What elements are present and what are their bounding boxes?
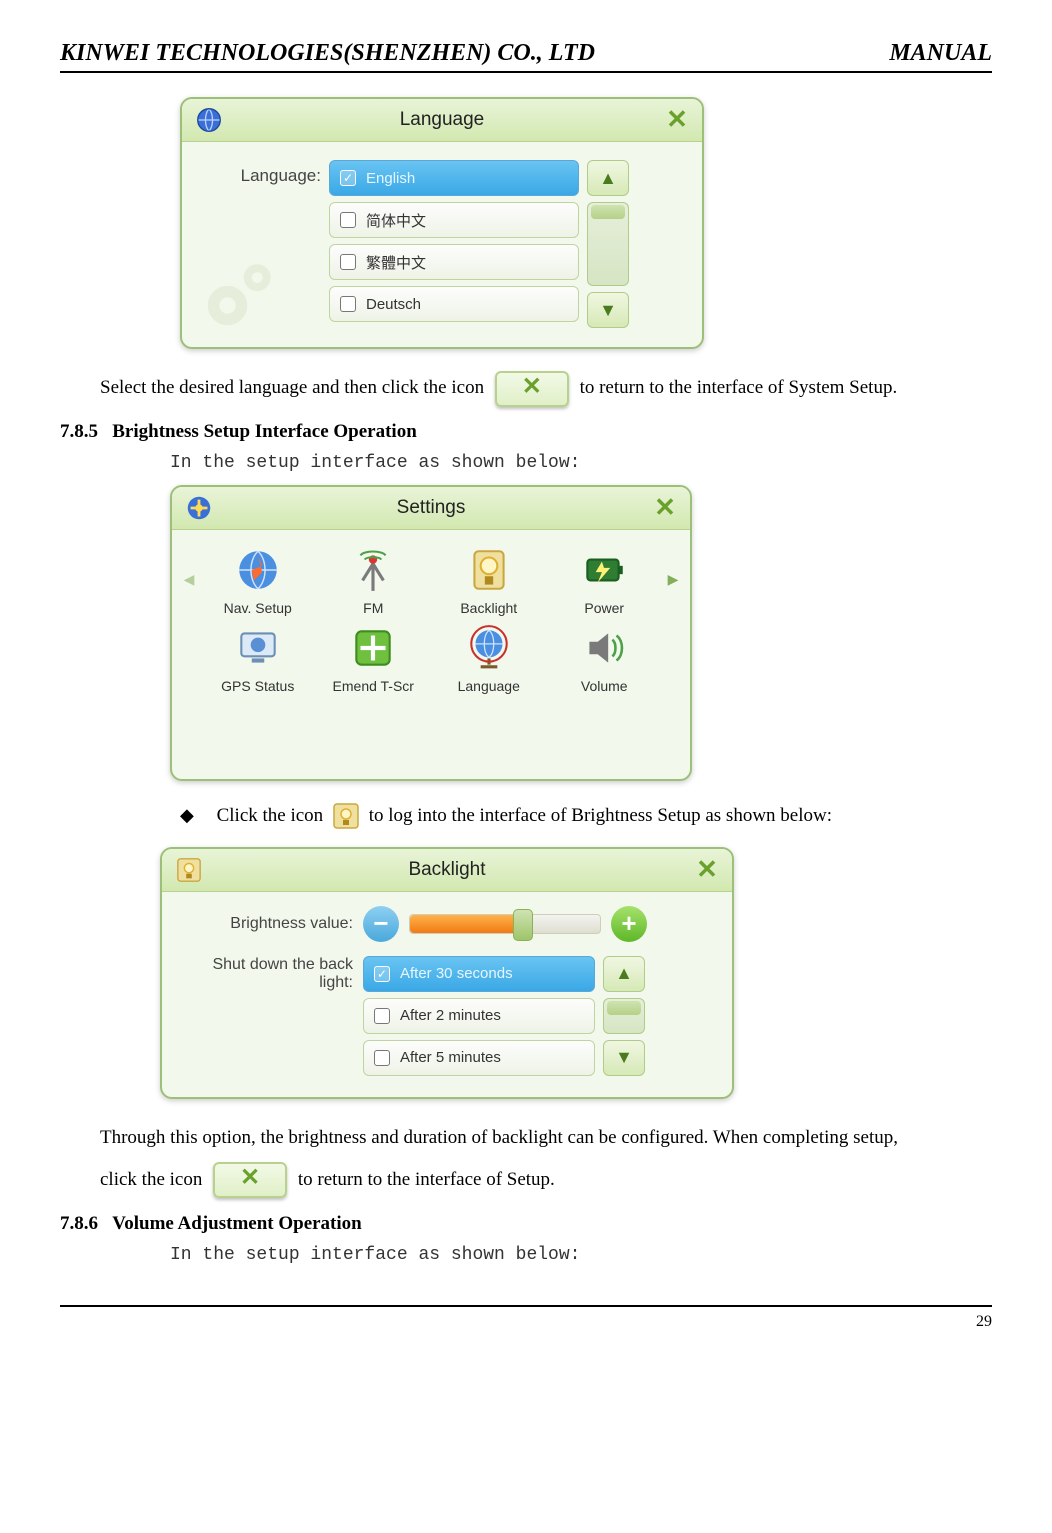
window-title: Language [182, 109, 702, 131]
checkbox-icon [374, 1008, 390, 1024]
language-window: Language ✕ Language: English 简体中文 繁體中文 D… [180, 97, 704, 349]
app-nav-setup[interactable]: Nav. Setup [200, 544, 316, 616]
app-gps-status[interactable]: GPS Status [200, 622, 316, 694]
checkbox-icon [374, 1050, 390, 1066]
bullet-line: ◆ Click the icon to log into the interfa… [180, 799, 992, 833]
paragraph: Through this option, the brightness and … [100, 1117, 992, 1201]
close-icon[interactable]: ✕ [652, 495, 678, 521]
section-heading-786: 7.8.6 Volume Adjustment Operation [60, 1213, 992, 1235]
paragraph: Select the desired language and then cli… [100, 367, 992, 409]
checkbox-icon [340, 296, 356, 312]
checkbox-icon [374, 966, 390, 982]
option-label: After 30 seconds [400, 965, 513, 982]
language-label: Language: [196, 160, 329, 186]
app-label: FM [316, 600, 432, 616]
close-icon[interactable]: ✕ [694, 857, 720, 883]
window-title: Settings [172, 497, 690, 519]
calibrate-icon [342, 622, 404, 674]
lightbulb-inline-icon [332, 802, 360, 830]
gear-watermark-icon [196, 247, 286, 337]
timeout-option[interactable]: After 5 minutes [363, 1040, 595, 1076]
titlebar: Settings ✕ [172, 487, 690, 530]
slider-thumb[interactable] [513, 909, 533, 941]
checkbox-icon [340, 170, 356, 186]
app-label: Nav. Setup [200, 600, 316, 616]
page-header: KINWEI TECHNOLOGIES(SHENZHEN) CO., LTD M… [60, 40, 992, 73]
page-left-button[interactable]: ◀ [182, 549, 196, 611]
app-label: Backlight [431, 600, 547, 616]
titlebar: Backlight ✕ [162, 849, 732, 892]
backlight-timeout-list: After 30 seconds After 2 minutes After 5… [363, 956, 595, 1082]
diamond-bullet-icon: ◆ [180, 799, 194, 831]
scroll-up-button[interactable]: ▲ [587, 160, 629, 196]
option-label: 简体中文 [366, 210, 426, 231]
antenna-icon [342, 544, 404, 596]
scroll-down-button[interactable]: ▼ [587, 292, 629, 328]
brightness-slider[interactable] [409, 914, 601, 934]
backlight-window: Backlight ✕ Brightness value: − + Shut d… [160, 847, 734, 1099]
shutdown-label: Shut down the back light: [178, 956, 363, 993]
battery-icon [573, 544, 635, 596]
settings-window: Settings ✕ ◀ Nav. Setup FM Backlight Pow… [170, 485, 692, 781]
scroll-up-button[interactable]: ▲ [603, 956, 645, 992]
scroll-down-button[interactable]: ▼ [603, 1040, 645, 1076]
page-number: 29 [976, 1313, 992, 1330]
language-option[interactable]: Deutsch [329, 286, 579, 322]
app-fm[interactable]: FM [316, 544, 432, 616]
mono-text: In the setup interface as shown below: [170, 1245, 992, 1265]
app-label: Language [431, 678, 547, 694]
language-list: English 简体中文 繁體中文 Deutsch [329, 160, 579, 328]
globe-nav-icon [227, 544, 289, 596]
timeout-option[interactable]: After 30 seconds [363, 956, 595, 992]
option-label: After 5 minutes [400, 1049, 501, 1066]
language-option[interactable]: English [329, 160, 579, 196]
brightness-label: Brightness value: [178, 915, 363, 933]
app-label: Volume [547, 678, 663, 694]
brightness-increase-button[interactable]: + [611, 906, 647, 942]
header-doc-type: MANUAL [889, 40, 992, 67]
close-icon[interactable]: ✕ [664, 107, 690, 133]
app-label: Power [547, 600, 663, 616]
scroll-thumb[interactable] [607, 1001, 641, 1015]
timeout-option[interactable]: After 2 minutes [363, 998, 595, 1034]
option-label: 繁體中文 [366, 252, 426, 273]
option-label: After 2 minutes [400, 1007, 501, 1024]
satellite-monitor-icon [227, 622, 289, 674]
section-heading-785: 7.8.5 Brightness Setup Interface Operati… [60, 421, 992, 443]
scroll-track[interactable] [587, 202, 629, 286]
titlebar: Language ✕ [182, 99, 702, 142]
close-button-inline-icon: ✕ [213, 1162, 287, 1198]
window-title: Backlight [162, 859, 732, 881]
close-button-inline-icon: ✕ [495, 371, 569, 407]
slider-fill [410, 915, 516, 933]
scroll-track[interactable] [603, 998, 645, 1034]
mono-text: In the setup interface as shown below: [170, 453, 992, 473]
globe-stand-icon [458, 622, 520, 674]
app-label: Emend T-Scr [316, 678, 432, 694]
app-emend-tscr[interactable]: Emend T-Scr [316, 622, 432, 694]
language-option[interactable]: 繁體中文 [329, 244, 579, 280]
speaker-icon [573, 622, 635, 674]
app-backlight[interactable]: Backlight [431, 544, 547, 616]
header-company: KINWEI TECHNOLOGIES(SHENZHEN) CO., LTD [60, 40, 595, 67]
language-option[interactable]: 简体中文 [329, 202, 579, 238]
option-label: English [366, 170, 415, 187]
option-label: Deutsch [366, 296, 421, 313]
page-right-button[interactable]: ▶ [666, 549, 680, 611]
app-language[interactable]: Language [431, 622, 547, 694]
app-volume[interactable]: Volume [547, 622, 663, 694]
page-footer: 29 [60, 1305, 992, 1331]
scroll-thumb[interactable] [591, 205, 625, 219]
checkbox-icon [340, 254, 356, 270]
lightbulb-icon [458, 544, 520, 596]
app-label: GPS Status [200, 678, 316, 694]
checkbox-icon [340, 212, 356, 228]
app-power[interactable]: Power [547, 544, 663, 616]
brightness-decrease-button[interactable]: − [363, 906, 399, 942]
